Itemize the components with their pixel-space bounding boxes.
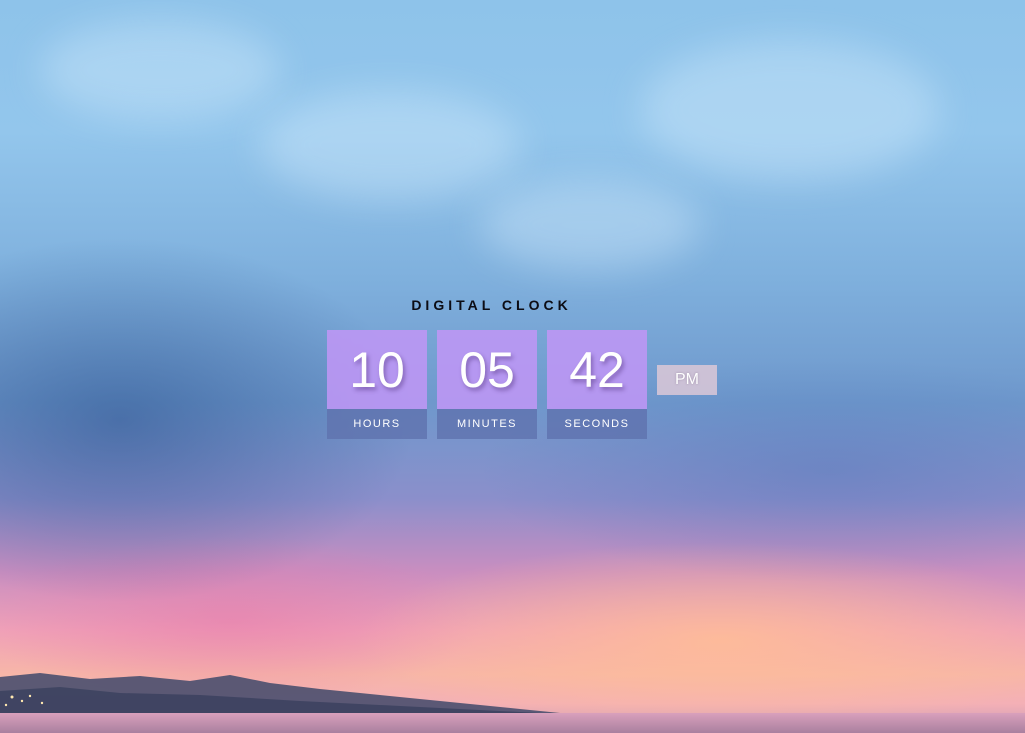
sea <box>0 713 1025 733</box>
hours-unit: 10 HOURS <box>327 330 427 439</box>
clock: 10 HOURS 05 MINUTES 42 SECONDS PM <box>327 330 717 439</box>
cloud <box>480 180 700 270</box>
minutes-label: MINUTES <box>437 409 537 439</box>
clock-title: DIGITAL CLOCK <box>411 297 572 313</box>
cloud <box>640 40 940 180</box>
page: { "title": "DIGITAL CLOCK", "clock": { "… <box>0 0 1025 733</box>
minutes-value: 05 <box>437 330 537 409</box>
seconds-unit: 42 SECONDS <box>547 330 647 439</box>
mountain-silhouette <box>0 673 1025 719</box>
seconds-value: 42 <box>547 330 647 409</box>
cloud <box>260 90 520 200</box>
hours-value: 10 <box>327 330 427 409</box>
cloud <box>40 20 280 120</box>
minutes-unit: 05 MINUTES <box>437 330 537 439</box>
period-badge: PM <box>657 365 717 395</box>
seconds-label: SECONDS <box>547 409 647 439</box>
hours-label: HOURS <box>327 409 427 439</box>
